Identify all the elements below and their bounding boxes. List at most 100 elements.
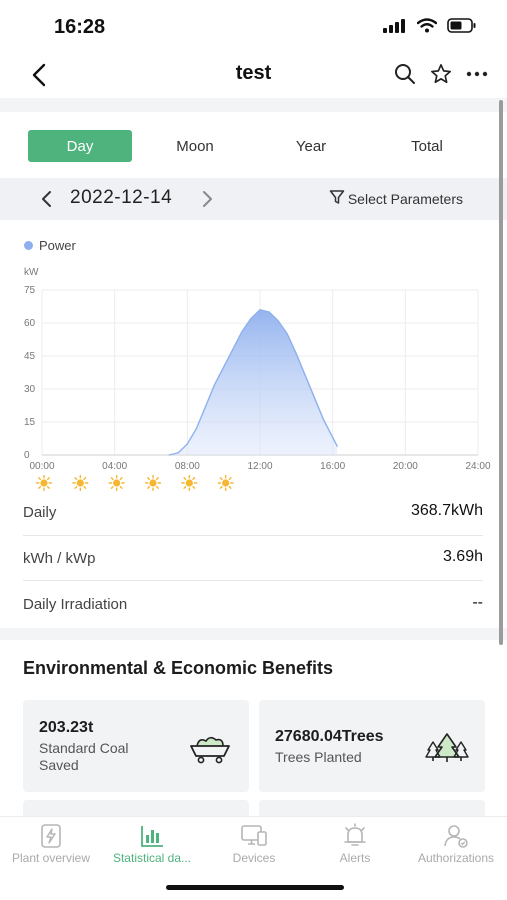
chart-canvas: 0 15 30 45 60 75 00:00 04:00 08:00 12:00 16:00 20:0… bbox=[24, 285, 491, 492]
tab-devices[interactable]: Devices bbox=[203, 823, 305, 865]
nav-bar: test bbox=[0, 52, 507, 98]
trees-planted-value: 27680.04Trees bbox=[275, 728, 384, 745]
benefit-card-partial[interactable] bbox=[259, 800, 485, 816]
power-point bbox=[241, 331, 243, 333]
alerts-icon bbox=[304, 823, 406, 849]
power-point bbox=[177, 452, 179, 454]
tab-label: Statistical da... bbox=[112, 851, 192, 865]
tab-total[interactable]: Total bbox=[375, 130, 479, 162]
power-point bbox=[295, 353, 297, 355]
authorizations-icon bbox=[405, 823, 507, 849]
power-point bbox=[259, 309, 261, 311]
nav-actions bbox=[393, 62, 489, 86]
y-tick-label: 45 bbox=[24, 351, 36, 362]
power-point bbox=[268, 311, 270, 313]
select-parameters-button[interactable]: Select Parameters bbox=[329, 189, 463, 208]
coal-cart-icon bbox=[189, 734, 231, 769]
metric-row-irradiation: Daily Irradiation -- bbox=[0, 582, 507, 628]
metric-label-kwh-kwp: kWh / kWp bbox=[23, 550, 96, 567]
wifi-icon bbox=[416, 18, 438, 38]
benefit-card-coal[interactable]: 203.23t Standard Coal Saved bbox=[23, 700, 249, 792]
x-tick-label: 04:00 bbox=[102, 461, 127, 472]
star-icon[interactable] bbox=[429, 62, 453, 86]
power-point bbox=[186, 443, 188, 445]
power-point bbox=[332, 436, 334, 438]
signal-icon bbox=[383, 18, 407, 38]
divider bbox=[23, 580, 483, 581]
tab-moon[interactable]: Moon bbox=[143, 130, 247, 162]
power-point bbox=[277, 320, 279, 322]
sun-icon bbox=[217, 474, 234, 492]
plant-overview-icon bbox=[0, 823, 102, 849]
power-chart: Power kW 0 15 30 45 60 75 00:00 04:00 08:00 12:00… bbox=[0, 222, 507, 492]
y-tick-label: 60 bbox=[24, 318, 36, 329]
benefit-card-trees[interactable]: 27680.04Trees Trees Planted bbox=[259, 700, 485, 792]
power-point bbox=[213, 384, 216, 386]
trees-icon bbox=[425, 732, 469, 769]
chevron-left-icon[interactable] bbox=[34, 186, 58, 212]
power-point bbox=[250, 318, 252, 320]
metric-label-irradiation: Daily Irradiation bbox=[23, 596, 128, 613]
power-point bbox=[322, 419, 325, 421]
power-point bbox=[313, 397, 316, 399]
y-tick-label: 30 bbox=[24, 384, 36, 395]
battery-icon bbox=[447, 18, 477, 38]
more-icon[interactable] bbox=[465, 62, 489, 86]
date-navigation: 2022-12-14 Select Parameters bbox=[0, 178, 507, 220]
power-point bbox=[286, 333, 288, 335]
filter-icon bbox=[329, 189, 345, 208]
y-tick-label: 75 bbox=[24, 285, 36, 296]
section-separator bbox=[0, 628, 507, 640]
metric-value-daily: 368.7kWh bbox=[410, 502, 483, 519]
power-point bbox=[195, 428, 198, 430]
status-time: 16:28 bbox=[54, 16, 106, 38]
tab-authorizations[interactable]: Authorizations bbox=[405, 823, 507, 865]
trees-planted-label: Trees Planted bbox=[275, 749, 362, 765]
scrollbar[interactable] bbox=[499, 100, 503, 645]
tab-statistical-data[interactable]: Statistical da... bbox=[101, 823, 203, 865]
tab-alerts[interactable]: Alerts bbox=[304, 823, 406, 865]
status-bar: 16:28 bbox=[0, 0, 507, 52]
power-point bbox=[223, 366, 225, 368]
tab-label: Devices bbox=[232, 851, 276, 865]
tab-label: Alerts bbox=[339, 851, 371, 865]
search-icon[interactable] bbox=[393, 62, 417, 86]
power-point bbox=[204, 406, 207, 408]
sun-icon bbox=[72, 474, 89, 492]
x-tick-label: 12:00 bbox=[247, 461, 272, 472]
x-tick-label: 20:00 bbox=[393, 461, 418, 472]
y-tick-label: 15 bbox=[24, 417, 36, 428]
date-label[interactable]: 2022-12-14 bbox=[70, 187, 172, 209]
coal-saved-label: Standard Coal Saved bbox=[39, 740, 129, 773]
home-indicator bbox=[166, 885, 344, 890]
metric-row-kwh-kwp: kWh / kWp 3.69h bbox=[0, 536, 507, 582]
sun-icon bbox=[181, 474, 198, 492]
power-point bbox=[168, 454, 170, 456]
power-point bbox=[232, 348, 234, 350]
benefit-card-partial[interactable] bbox=[23, 800, 249, 816]
x-tick-label: 24:00 bbox=[465, 461, 490, 472]
x-tick-label: 08:00 bbox=[175, 461, 200, 472]
tab-plant-overview[interactable]: Plant overview bbox=[0, 823, 102, 865]
section-separator bbox=[0, 98, 507, 112]
x-tick-label: 16:00 bbox=[320, 461, 345, 472]
select-parameters-label: Select Parameters bbox=[347, 190, 463, 207]
period-tabs: Day Moon Year Total bbox=[0, 112, 507, 178]
statistics-icon bbox=[101, 823, 203, 849]
coal-saved-value: 203.23t bbox=[39, 719, 94, 736]
power-point bbox=[304, 375, 307, 377]
tab-day[interactable]: Day bbox=[28, 130, 132, 162]
benefits-title: Environmental & Economic Benefits bbox=[23, 658, 334, 678]
metric-row-daily: Daily 368.7kWh bbox=[0, 490, 507, 536]
status-icons bbox=[383, 18, 477, 38]
chevron-right-icon[interactable] bbox=[196, 186, 220, 212]
tab-label: Authorizations bbox=[417, 851, 495, 865]
sun-icon bbox=[144, 474, 162, 492]
power-point bbox=[336, 445, 338, 447]
metric-value-kwh-kwp: 3.69h bbox=[442, 548, 483, 565]
tab-year[interactable]: Year bbox=[259, 130, 363, 162]
sun-icon bbox=[35, 474, 53, 492]
back-icon[interactable] bbox=[24, 60, 54, 90]
x-tick-label: 00:00 bbox=[29, 461, 54, 472]
metric-value-irradiation: -- bbox=[472, 594, 483, 611]
